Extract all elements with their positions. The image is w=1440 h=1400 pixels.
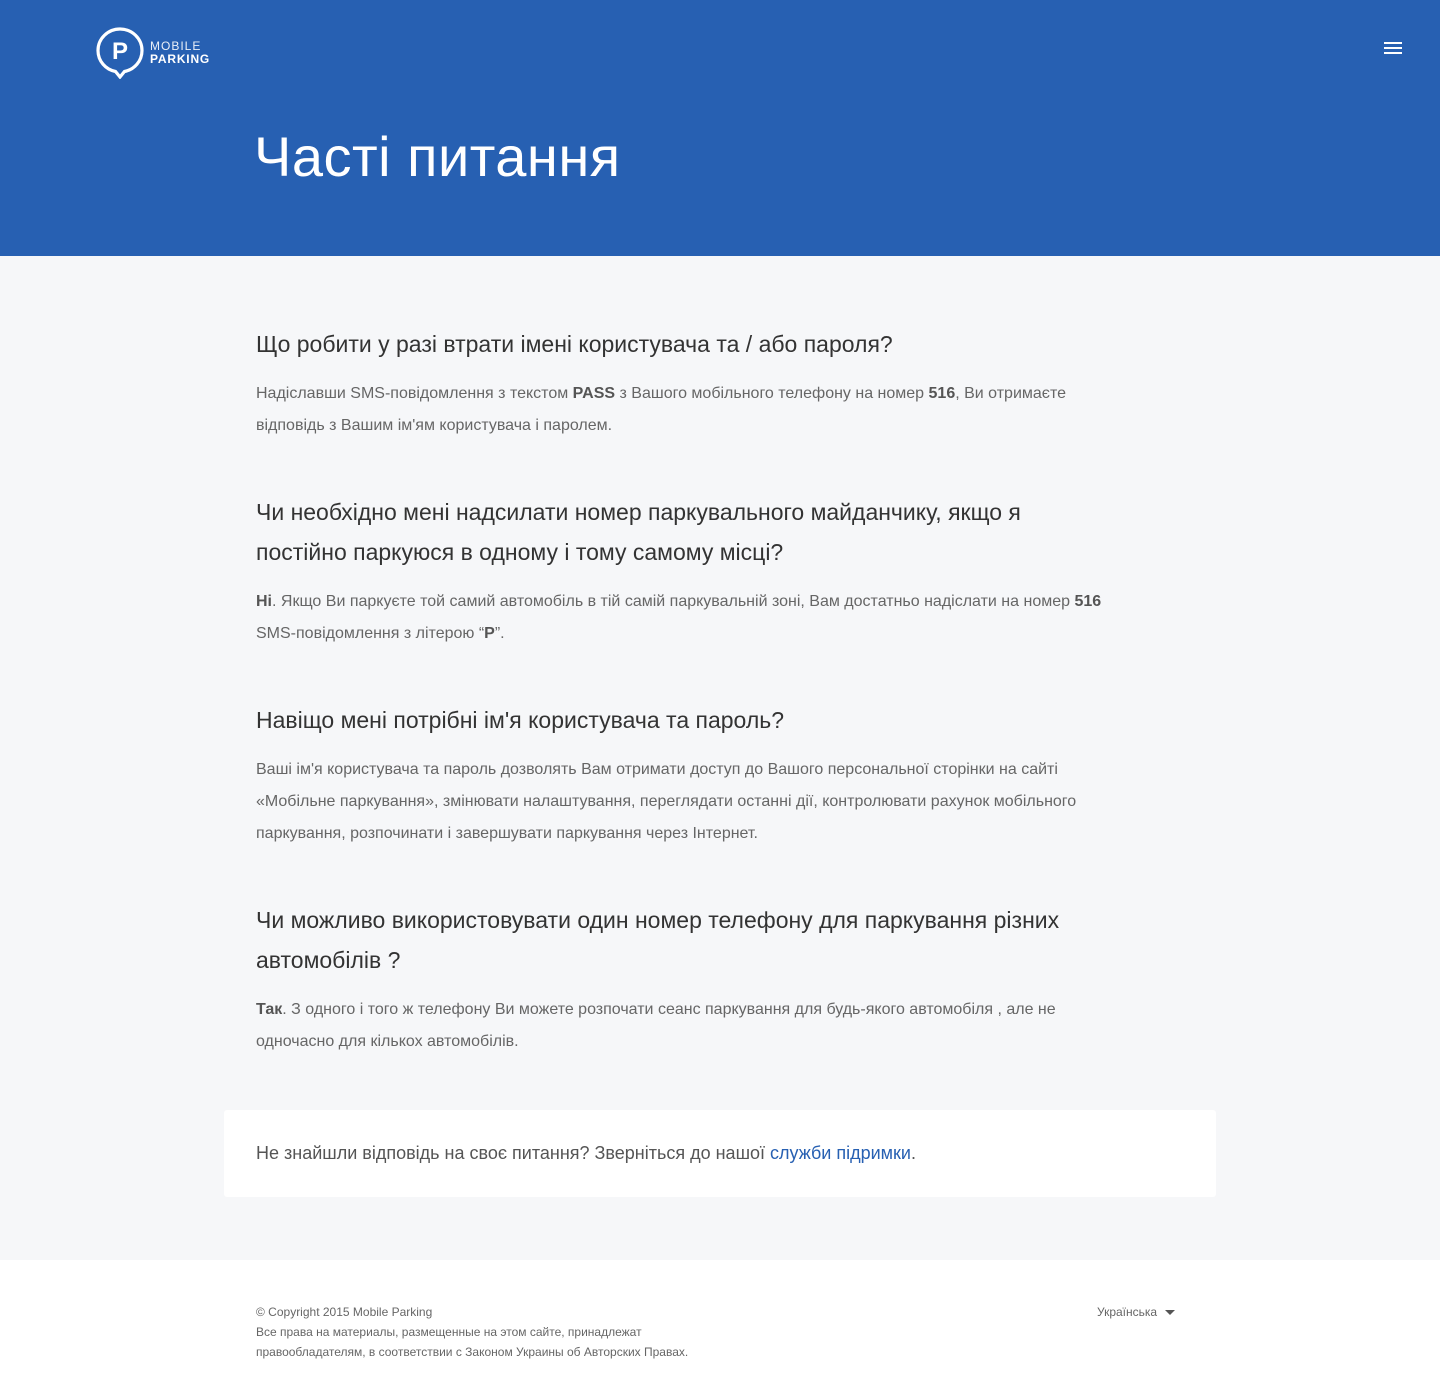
support-text: Не знайшли відповідь на своє питання? Зв…	[256, 1143, 916, 1164]
faq-section: Що робити у разі втрати імені користувач…	[0, 256, 1440, 1260]
faq-question: Навіщо мені потрібні ім'я користувача та…	[256, 707, 785, 733]
copyright-line: © Copyright 2015 Mobile Parking	[256, 1305, 433, 1319]
rights-line-1: Все права на материалы, размещенные на э…	[256, 1325, 642, 1339]
page-title: Часті питання	[254, 125, 621, 188]
parking-pin-icon: P	[96, 27, 144, 79]
answer-emphasis: P	[484, 625, 495, 642]
faq-item: Навіщо мені потрібні ім'я користувача та…	[256, 700, 1106, 850]
answer-emphasis: PASS	[572, 385, 616, 402]
answer-text: Ваші ім'я користувача та пароль дозволят…	[256, 761, 1077, 842]
logo-text: MOBILE PARKING	[150, 40, 210, 66]
support-link[interactable]: служби підримки	[770, 1143, 911, 1163]
answer-emphasis: Ні	[256, 593, 272, 610]
answer-text: ”.	[494, 625, 505, 642]
faq-question: Чи можливо використовувати один номер те…	[256, 907, 1060, 973]
language-select[interactable]: Українська	[1097, 1302, 1176, 1322]
answer-emphasis: 516	[1074, 593, 1102, 610]
faq-answer: Ваші ім'я користувача та пароль дозволят…	[256, 754, 1106, 850]
rights-line-2: правообладателям, в соответствии с Закон…	[256, 1345, 689, 1359]
answer-text: Надіславши SMS-повідомлення з текстом	[256, 385, 573, 402]
faq-question: Що робити у разі втрати імені користувач…	[256, 331, 893, 357]
support-box: Не знайшли відповідь на своє питання? Зв…	[224, 1110, 1216, 1197]
support-text-prefix: Не знайшли відповідь на своє питання? Зв…	[256, 1143, 771, 1163]
faq-item: Чи необхідно мені надсилати номер паркув…	[256, 492, 1106, 650]
answer-text: . Якщо Ви паркуєте той самий автомобіль …	[272, 593, 1075, 610]
answer-text: з Вашого мобільного телефону на номер	[615, 385, 929, 402]
answer-emphasis: Так	[256, 1001, 283, 1018]
faq-item: Чи можливо використовувати один номер те…	[256, 900, 1106, 1058]
answer-emphasis: 516	[928, 385, 956, 402]
logo-letter: P	[112, 38, 128, 65]
faq-question: Чи необхідно мені надсилати номер паркув…	[256, 499, 1021, 565]
faq-answer: Так. З одного і того ж телефону Ви может…	[256, 994, 1106, 1058]
copyright: © Copyright 2015 Mobile Parking Все прав…	[256, 1302, 736, 1362]
logo-line-parking: PARKING	[150, 52, 211, 66]
faq-answer: Ні. Якщо Ви паркуєте той самий автомобіл…	[256, 586, 1106, 650]
logo[interactable]: P MOBILE PARKING	[96, 27, 210, 79]
hamburger-menu-icon[interactable]	[1376, 34, 1410, 62]
logo-line-mobile: MOBILE	[150, 39, 202, 53]
faq-item: Що робити у разі втрати імені користувач…	[256, 324, 1106, 442]
language-label: Українська	[1097, 1305, 1158, 1319]
support-text-suffix: .	[910, 1143, 916, 1163]
site-header: P MOBILE PARKING Часті питання	[0, 0, 1440, 256]
answer-text: SMS-повідомлення з літерою “	[256, 625, 485, 642]
answer-text: . З одного і того ж телефону Ви можете р…	[256, 1001, 1056, 1050]
site-footer: © Copyright 2015 Mobile Parking Все прав…	[0, 1260, 1440, 1400]
faq-answer: Надіславши SMS-повідомлення з текстом PA…	[256, 378, 1106, 442]
caret-down-icon	[1165, 1309, 1176, 1315]
